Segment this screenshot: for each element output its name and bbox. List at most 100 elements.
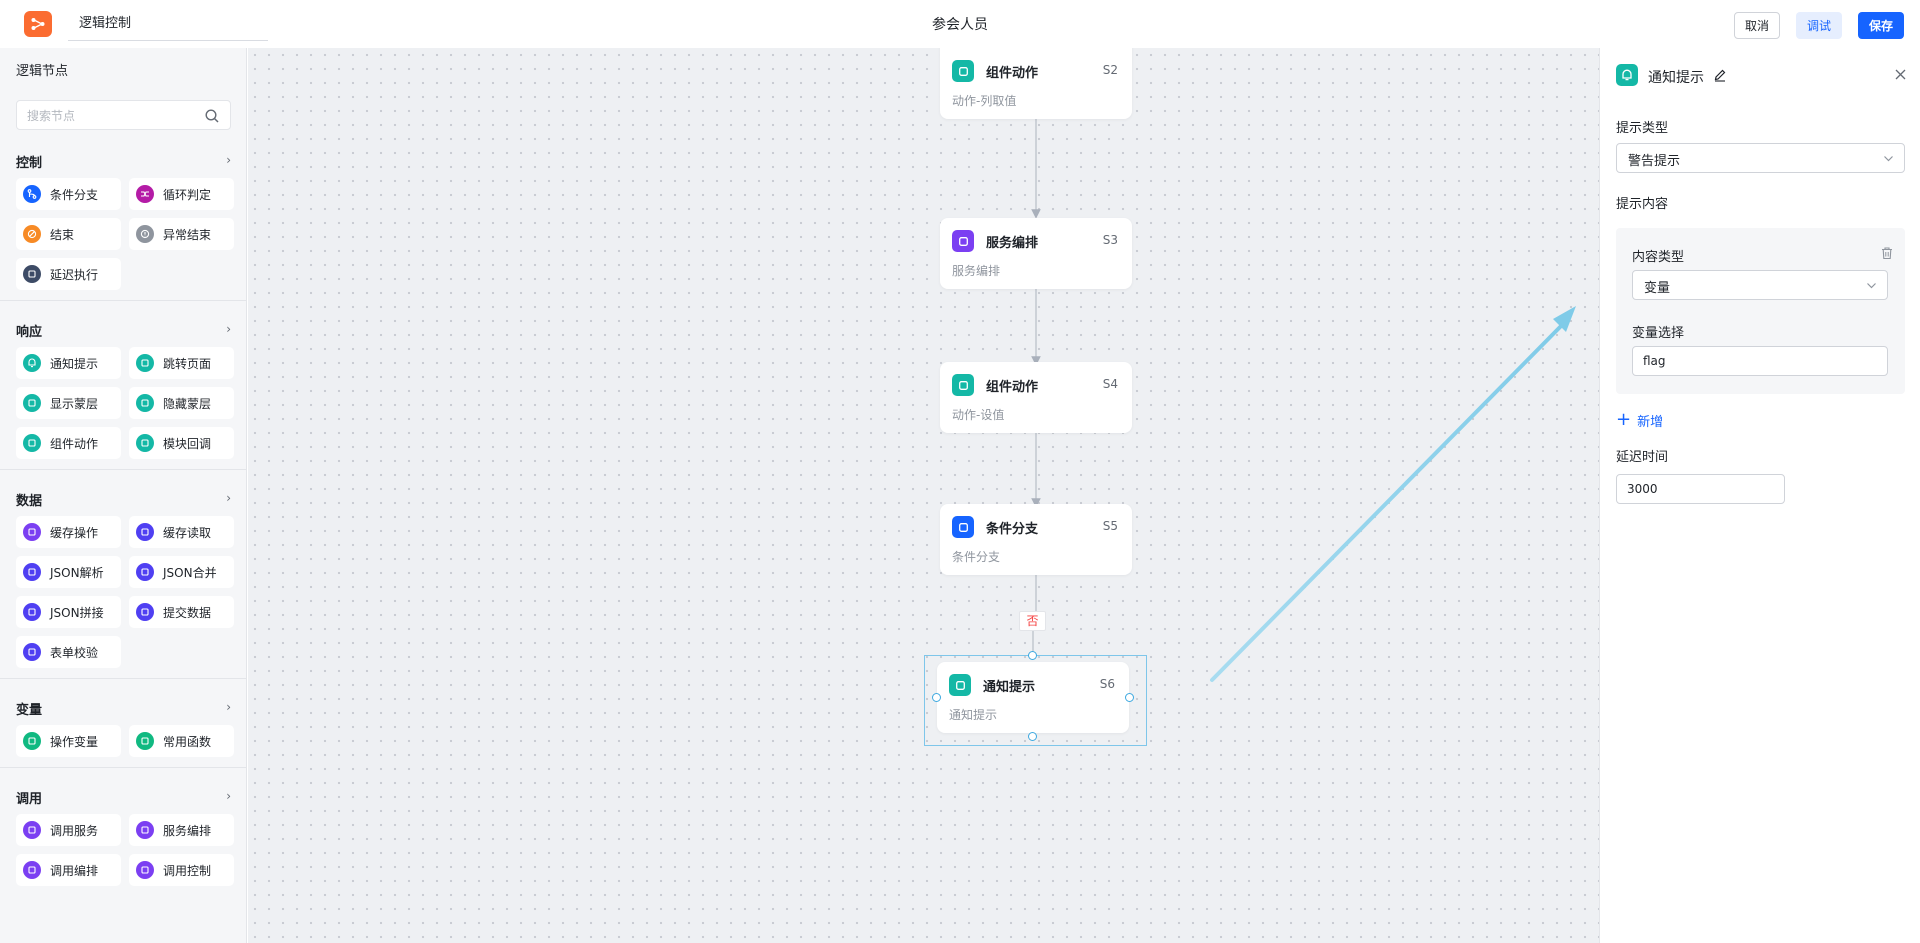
- variable-input[interactable]: [1632, 346, 1888, 376]
- flow-canvas[interactable]: 组件动作 S2 动作-列取值 服务编排 S3 服务编排 组件动作 S4 动作-设…: [248, 48, 1599, 943]
- delay-icon: [23, 265, 41, 283]
- hint-type-select[interactable]: 警告提示: [1616, 143, 1905, 173]
- node-item-label: 组件动作: [50, 436, 99, 451]
- node-item[interactable]: 组件动作: [16, 427, 121, 459]
- node-item[interactable]: 缓存读取: [129, 516, 234, 548]
- chevron-right-icon[interactable]: ›: [226, 322, 231, 336]
- section-invoke: 调用 › 调用服务 服务编排调用编排 调用控制: [0, 788, 246, 894]
- node-item[interactable]: 通知提示: [16, 347, 121, 379]
- tab-logic-control[interactable]: 逻辑控制: [68, 0, 268, 41]
- node-item[interactable]: 循环判定: [129, 178, 234, 210]
- node-item[interactable]: 调用编排: [16, 854, 121, 886]
- add-content-label: 新增: [1637, 414, 1664, 430]
- node-item[interactable]: 跳转页面: [129, 347, 234, 379]
- hint-type-label: 提示类型: [1616, 121, 1669, 136]
- flow-node-name: 组件动作: [986, 66, 1039, 81]
- trash-icon[interactable]: [1880, 246, 1894, 260]
- debug-button[interactable]: 调试: [1796, 12, 1842, 39]
- content-type-select[interactable]: 变量: [1632, 270, 1888, 300]
- section-divider: [0, 678, 246, 679]
- node-item-label: 模块回调: [163, 436, 212, 451]
- node-item-label: 缓存操作: [50, 525, 99, 540]
- node-item[interactable]: 调用服务: [16, 814, 121, 846]
- branch-icon: [23, 185, 41, 203]
- component-action-icon: [23, 434, 41, 452]
- search-icon[interactable]: [204, 108, 220, 124]
- section-divider: [0, 300, 246, 301]
- save-button[interactable]: 保存: [1858, 12, 1904, 39]
- node-item[interactable]: JSON合并: [129, 556, 234, 588]
- chevron-right-icon[interactable]: ›: [226, 491, 231, 505]
- node-item[interactable]: 异常结束: [129, 218, 234, 250]
- flow-node-code: S3: [1102, 233, 1118, 247]
- variable-select-label: 变量选择: [1632, 326, 1685, 341]
- hint-content-label: 提示内容: [1616, 197, 1669, 212]
- node-item-label: 提交数据: [163, 605, 212, 620]
- node-item[interactable]: 显示蒙层: [16, 387, 121, 419]
- flow-node-s3[interactable]: 服务编排 S3 服务编排: [940, 218, 1132, 289]
- close-icon[interactable]: [1894, 68, 1907, 81]
- connect-handle-top[interactable]: [1028, 651, 1037, 660]
- node-item-label: 异常结束: [163, 227, 212, 242]
- node-item-label: 结束: [50, 227, 75, 242]
- section-header-response[interactable]: 响应 ›: [16, 321, 231, 340]
- add-content-button[interactable]: + 新增: [1616, 410, 1663, 430]
- section-header-variable[interactable]: 变量 ›: [16, 699, 231, 718]
- section-header-invoke[interactable]: 调用 ›: [16, 788, 231, 807]
- node-item[interactable]: 结束: [16, 218, 121, 250]
- app-logo[interactable]: [24, 11, 52, 37]
- cache-read-icon: [136, 523, 154, 541]
- service-orchestration-icon: [952, 230, 974, 252]
- flow-node-s4[interactable]: 组件动作 S4 动作-设值: [940, 362, 1132, 433]
- content-item-card: 内容类型 变量 变量选择: [1616, 228, 1905, 394]
- node-library-sidebar: 逻辑节点 控制 › 条件分支 循环判定结束 异常结束延迟执行响应 › 通知提示 跳转页面显示蒙…: [0, 48, 247, 943]
- node-item[interactable]: 模块回调: [129, 427, 234, 459]
- flow-node-name: 组件动作: [986, 380, 1039, 395]
- flow-node-code: S2: [1102, 63, 1118, 77]
- node-item-label: JSON拼接: [50, 605, 104, 620]
- node-item[interactable]: 条件分支: [16, 178, 121, 210]
- node-item[interactable]: JSON拼接: [16, 596, 121, 628]
- page-title: 参会人员: [932, 17, 988, 33]
- loop-icon: [136, 185, 154, 203]
- search-input[interactable]: [27, 107, 197, 125]
- bell-icon: [23, 354, 41, 372]
- chevron-right-icon[interactable]: ›: [226, 789, 231, 803]
- node-item[interactable]: 提交数据: [129, 596, 234, 628]
- section-divider: [0, 469, 246, 470]
- node-item[interactable]: 缓存操作: [16, 516, 121, 548]
- edit-icon[interactable]: [1713, 68, 1727, 82]
- section-title: 响应: [16, 325, 43, 340]
- chevron-right-icon[interactable]: ›: [226, 153, 231, 167]
- delay-time-label: 延迟时间: [1616, 450, 1669, 465]
- node-item[interactable]: JSON解析: [16, 556, 121, 588]
- node-item-label: 服务编排: [163, 823, 212, 838]
- module-callback-icon: [136, 434, 154, 452]
- flow-node-name: 条件分支: [986, 522, 1039, 537]
- node-item[interactable]: 常用函数: [129, 725, 234, 757]
- node-item[interactable]: 延迟执行: [16, 258, 121, 290]
- section-header-control[interactable]: 控制 ›: [16, 152, 231, 171]
- content-type-label: 内容类型: [1632, 250, 1685, 265]
- delay-time-input[interactable]: [1616, 474, 1785, 504]
- node-item[interactable]: 操作变量: [16, 725, 121, 757]
- node-item[interactable]: 调用控制: [129, 854, 234, 886]
- flow-node-s5[interactable]: 条件分支 S5 条件分支: [940, 504, 1132, 575]
- node-item[interactable]: 表单校验: [16, 636, 121, 668]
- connect-handle-right[interactable]: [1125, 693, 1134, 702]
- flow-node-s2[interactable]: 组件动作 S2 动作-列取值: [940, 48, 1132, 119]
- cancel-button[interactable]: 取消: [1734, 12, 1780, 39]
- branch-no-label[interactable]: 否: [1019, 611, 1046, 631]
- node-item[interactable]: 服务编排: [129, 814, 234, 846]
- node-item[interactable]: 隐藏蒙层: [129, 387, 234, 419]
- section-title: 控制: [16, 156, 43, 171]
- node-item-label: 隐藏蒙层: [163, 396, 212, 411]
- chevron-right-icon[interactable]: ›: [226, 700, 231, 714]
- section-header-data[interactable]: 数据 ›: [16, 490, 231, 509]
- flow-node-code: S5: [1102, 519, 1118, 533]
- node-item-label: 延迟执行: [50, 267, 99, 282]
- connect-handle-bottom[interactable]: [1028, 732, 1037, 741]
- connect-handle-left[interactable]: [932, 693, 941, 702]
- call-control-icon: [136, 861, 154, 879]
- variable-icon: [23, 732, 41, 750]
